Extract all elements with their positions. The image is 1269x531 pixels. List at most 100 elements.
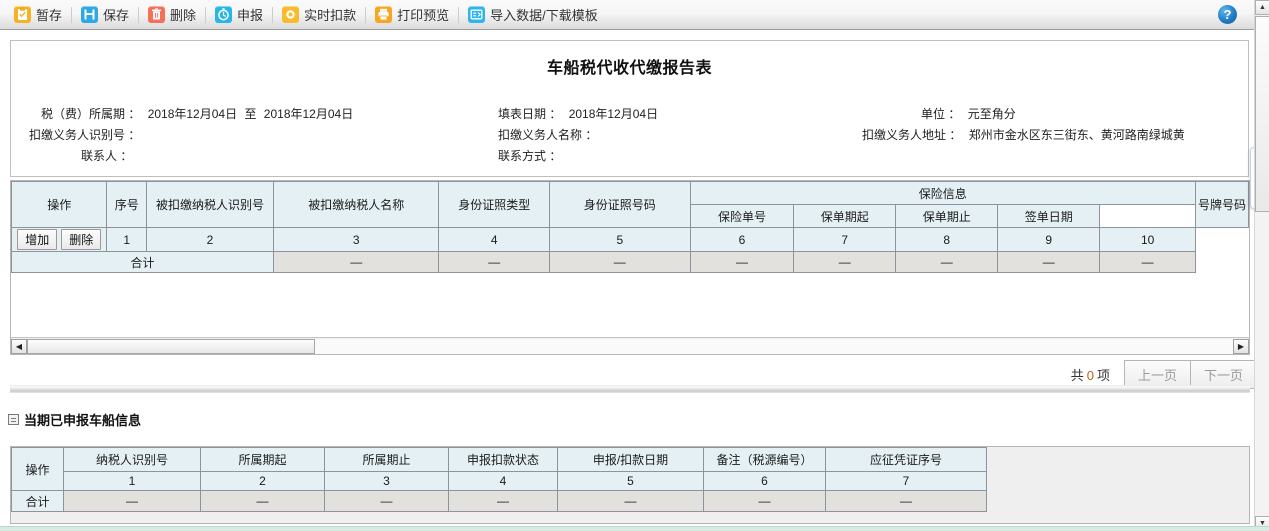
- field-contact: 联系人 ：: [81, 147, 136, 164]
- col2-header-voucher[interactable]: 应征凭证序号: [825, 447, 987, 472]
- scroll-up-arrow-icon[interactable]: ▲: [1255, 0, 1269, 15]
- col-header-policy-to[interactable]: 保单期止: [895, 204, 999, 228]
- toolbar-button-save[interactable]: 保存: [75, 2, 135, 28]
- col-header-id-number[interactable]: 身份证照号码: [548, 181, 691, 228]
- field-withholder-id: 扣缴义务人识别号 ：: [29, 126, 144, 143]
- total-value-sign-date: —: [997, 251, 1101, 273]
- col2-number-3: 3: [324, 471, 449, 491]
- field-tax-period-start: 2018年12月04日: [147, 107, 238, 121]
- trash-icon: [148, 6, 166, 23]
- printer-icon: [375, 6, 393, 23]
- field-withholder-address-value: 郑州市金水区东三街东、黄河路南绿城黄: [968, 128, 1185, 142]
- col2-header-taxpayer-id[interactable]: 纳税人识别号: [63, 447, 201, 472]
- col2-number-1: 1: [63, 471, 201, 491]
- col-number-8: 8: [895, 227, 999, 252]
- record-count: 共0项: [1071, 365, 1110, 384]
- col-header-policy-from[interactable]: 保单期起: [793, 204, 897, 228]
- section2-heading-label: 当期已申报车船信息: [24, 413, 142, 428]
- import-export-icon: [468, 6, 486, 23]
- floppy-disk-icon: [81, 6, 99, 23]
- col2-number-7: 7: [825, 471, 987, 491]
- toolbar-separator: [365, 6, 367, 23]
- col-number-2: 2: [146, 227, 274, 252]
- grid2-total-taxpayer-id: —: [63, 490, 201, 512]
- field-fill-date-value: 2018年12月04日: [568, 107, 659, 121]
- list-lines-icon: [8, 414, 19, 425]
- horizontal-scroll-thumb[interactable]: [27, 338, 315, 354]
- col-header-policy-no[interactable]: 保险单号: [689, 204, 795, 228]
- record-count-suffix: 项: [1096, 368, 1110, 383]
- help-circle-icon[interactable]: ?: [1218, 5, 1237, 24]
- col-header-plate-no[interactable]: 号牌号码: [1194, 181, 1249, 228]
- application-page: 暂存 保存 删除 申报 实时扣款 打印预览 导入数据/下载模板 ? 车船税代收代…: [0, 0, 1269, 531]
- col-number-3: 3: [272, 227, 440, 252]
- section-divider: [10, 385, 1250, 393]
- col-header-taxpayer-id[interactable]: 被扣缴纳税人识别号: [146, 181, 274, 228]
- col-number-10: 10: [1099, 227, 1196, 252]
- col2-header-date[interactable]: 申报/扣款日期: [557, 447, 704, 472]
- field-unit: 单位 ： 元至角分: [921, 105, 1016, 122]
- col2-header-status[interactable]: 申报扣款状态: [448, 447, 558, 472]
- grid2-total-period-to: —: [324, 490, 449, 512]
- main-grid-horizontal-scrollbar[interactable]: ◀ ▶: [11, 337, 1249, 354]
- col2-header-op[interactable]: 操作: [11, 447, 64, 491]
- total-value-policy-to: —: [895, 251, 999, 273]
- grid2-total-date: —: [557, 490, 704, 512]
- col-number-1: 1: [106, 227, 148, 252]
- vertical-scroll-thumb[interactable]: [1255, 16, 1269, 212]
- toolbar-button-temp-save[interactable]: 暂存: [8, 2, 68, 28]
- total-value-id-type: —: [438, 251, 550, 273]
- page-bottom-edge: [0, 526, 1269, 531]
- row-action-cell: 增加 删除: [11, 227, 108, 252]
- page-vertical-scrollbar[interactable]: ▲ ▼: [1254, 0, 1269, 531]
- field-contact-way: 联系方式 ：: [498, 147, 565, 164]
- field-tax-period-label: 税（费）所属期 ：: [41, 107, 141, 121]
- toolbar-button-realtime-deduct[interactable]: 实时扣款: [276, 2, 362, 28]
- scroll-right-arrow-icon[interactable]: ▶: [1233, 338, 1249, 354]
- total-value-plate-no: —: [1099, 251, 1196, 273]
- col-header-seq[interactable]: 序号: [106, 181, 148, 228]
- main-grid-table: 操作 序号 被扣缴纳税人识别号 被扣缴纳税人名称 身份证照类型 身份证照号码 保…: [11, 181, 1249, 273]
- col2-header-remark[interactable]: 备注（税源编号）: [703, 447, 826, 472]
- toolbar-button-import-export[interactable]: 导入数据/下载模板: [462, 2, 604, 28]
- col2-header-period-from[interactable]: 所属期起: [200, 447, 325, 472]
- field-tax-period: 税（费）所属期 ： 2018年12月04日 至 2018年12月04日: [41, 105, 353, 122]
- coin-deduct-icon: [282, 6, 300, 23]
- main-grid-total-row: 合计 — — — — — — — —: [11, 251, 1249, 273]
- col-header-sign-date[interactable]: 签单日期: [997, 204, 1101, 228]
- field-withholder-address: 扣缴义务人地址 ： 郑州市金水区东三街东、黄河路南绿城黄: [862, 126, 1185, 143]
- main-grid-number-row: 增加 删除 1 2 3 4 5 6 7 8 9 10: [11, 227, 1249, 252]
- add-row-button[interactable]: 增加: [17, 229, 58, 250]
- field-unit-value: 元至角分: [967, 107, 1016, 121]
- col2-header-period-to[interactable]: 所属期止: [324, 447, 449, 472]
- grid2-number-row: 1 2 3 4 5 6 7: [12, 471, 987, 491]
- toolbar-separator: [138, 6, 140, 23]
- col-header-op[interactable]: 操作: [11, 181, 108, 228]
- clipboard-save-icon: [14, 6, 31, 23]
- toolbar-label-realtime-deduct: 实时扣款: [304, 8, 357, 23]
- page-title: 车船税代收代缴报告表: [546, 60, 712, 77]
- toolbar-button-delete[interactable]: 删除: [142, 2, 202, 28]
- main-grid-body: 增加 删除 1 2 3 4 5 6 7 8 9 10 合计 — — — — — …: [11, 227, 1249, 273]
- main-toolbar: 暂存 保存 删除 申报 实时扣款 打印预览 导入数据/下载模板 ?: [0, 0, 1269, 30]
- horizontal-scroll-track[interactable]: [27, 338, 1233, 354]
- declared-vehicle-grid: 操作 纳税人识别号 所属期起 所属期止 申报扣款状态 申报/扣款日期 备注（税源…: [10, 446, 1250, 524]
- grid2-total-row: 合计 — — — — — — —: [11, 490, 987, 512]
- col-number-5: 5: [548, 227, 691, 252]
- toolbar-separator: [205, 6, 207, 23]
- field-contact-way-label: 联系方式 ：: [498, 149, 562, 163]
- toolbar-label-save: 保存: [103, 8, 130, 23]
- col-header-id-type[interactable]: 身份证照类型: [438, 181, 550, 228]
- col2-number-2: 2: [200, 471, 325, 491]
- main-data-grid: 操作 序号 被扣缴纳税人识别号 被扣缴纳税人名称 身份证照类型 身份证照号码 保…: [10, 180, 1250, 355]
- col-header-taxpayer-name[interactable]: 被扣缴纳税人名称: [272, 181, 440, 228]
- total-row-label: 合计: [11, 251, 274, 273]
- toolbar-button-print-preview[interactable]: 打印预览: [369, 2, 455, 28]
- col2-number-6: 6: [703, 471, 826, 491]
- col-number-4: 4: [438, 227, 550, 252]
- total-value-id-number: —: [548, 251, 691, 273]
- scroll-left-arrow-icon[interactable]: ◀: [11, 338, 27, 354]
- delete-row-button[interactable]: 删除: [61, 229, 102, 250]
- toolbar-button-declare[interactable]: 申报: [209, 2, 269, 28]
- report-header-panel: 车船税代收代缴报告表 税（费）所属期 ： 2018年12月04日 至 2018年…: [10, 40, 1249, 177]
